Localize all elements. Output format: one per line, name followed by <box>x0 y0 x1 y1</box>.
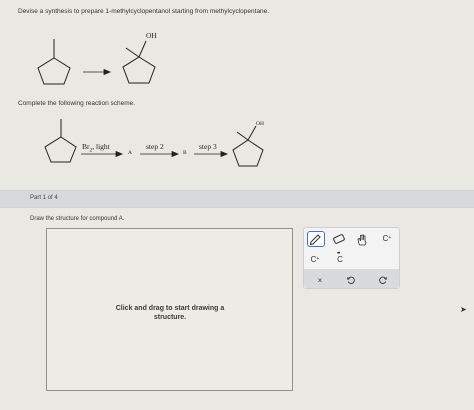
light-condition: , light <box>92 142 110 151</box>
arrow-step3 <box>194 150 229 158</box>
draw-structure-prompt: Draw the structure for compound A. <box>30 216 125 222</box>
part-label: Part 1 of 4 <box>30 195 58 201</box>
canvas-hint-text: Click and drag to start drawing a struct… <box>115 305 225 321</box>
part-header-band <box>0 190 474 208</box>
carbon-top-tool[interactable]: C + <box>380 231 394 245</box>
product-structure <box>232 125 264 167</box>
redo-button[interactable] <box>376 273 390 287</box>
hand-icon <box>357 234 367 245</box>
carbocation-tool[interactable]: C + <box>308 252 322 266</box>
pencil-tool-button[interactable] <box>307 231 325 247</box>
hand-tool-button[interactable] <box>355 232 369 246</box>
pencil-icon <box>309 234 321 246</box>
intermediate-b-label: B <box>183 150 187 156</box>
step2-label: step 2 <box>146 142 164 151</box>
bromine-symbol: Br <box>82 142 90 151</box>
undo-button[interactable] <box>344 273 358 287</box>
top-scheme <box>37 39 156 85</box>
clear-button[interactable]: × <box>313 273 327 287</box>
methylcyclopentane-structure <box>37 39 71 85</box>
bottom-scheme <box>44 119 264 167</box>
methylcyclopentanol-structure <box>122 40 156 84</box>
plus-superscript: + <box>388 235 392 241</box>
cursor-arrow-icon: ➤ <box>460 305 467 314</box>
top-product-oh-label: OH <box>146 31 157 40</box>
reaction-arrow <box>83 68 112 76</box>
step1-reagent-label: Br2, light <box>82 142 110 154</box>
complete-scheme-text: Complete the following reaction scheme. <box>18 100 136 107</box>
arrow-step2 <box>140 150 180 158</box>
carbanion-tool[interactable]: C <box>333 252 347 266</box>
eraser-tool-button[interactable] <box>332 232 346 246</box>
bottom-product-oh-label: OH <box>256 121 264 127</box>
plus-superscript: + <box>316 256 320 262</box>
eraser-icon <box>333 234 345 244</box>
close-icon: × <box>317 275 323 285</box>
undo-icon <box>347 276 355 284</box>
lone-pair-dots: •• <box>337 251 340 257</box>
step3-label: step 3 <box>199 142 217 151</box>
start-structure <box>44 119 77 163</box>
redo-icon <box>379 276 387 284</box>
intermediate-a-label: A <box>128 150 132 156</box>
